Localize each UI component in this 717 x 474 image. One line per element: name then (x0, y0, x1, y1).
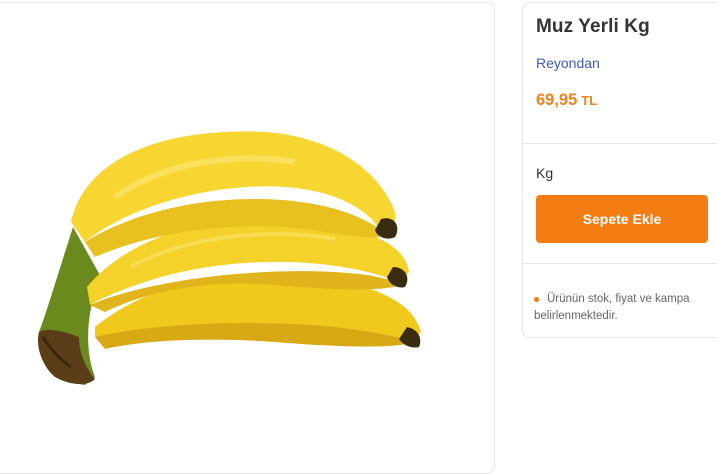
dot-icon (534, 297, 539, 302)
product-title: Muz Yerli Kg (536, 16, 650, 37)
add-to-cart-button[interactable]: Sepete Ekle (536, 195, 708, 243)
product-price: 69,95 TL (536, 91, 597, 110)
brand-link[interactable]: Reyondan (536, 55, 600, 71)
banana-product-image[interactable] (35, 127, 423, 389)
stock-price-note: Ürünün stok, fiyat ve kampa belirlenmekt… (534, 291, 717, 325)
product-image-card (0, 2, 495, 474)
note-line-1: Ürünün stok, fiyat ve kampa (547, 293, 690, 305)
divider (523, 143, 717, 144)
product-info-card: Muz Yerli Kg Reyondan 69,95 TL Kg Sepete … (522, 2, 717, 338)
price-currency: TL (581, 93, 598, 108)
divider (523, 263, 717, 264)
note-line-2: belirlenmektedir. (534, 310, 618, 322)
price-value: 69,95 (536, 91, 578, 109)
unit-label: Kg (536, 165, 554, 181)
